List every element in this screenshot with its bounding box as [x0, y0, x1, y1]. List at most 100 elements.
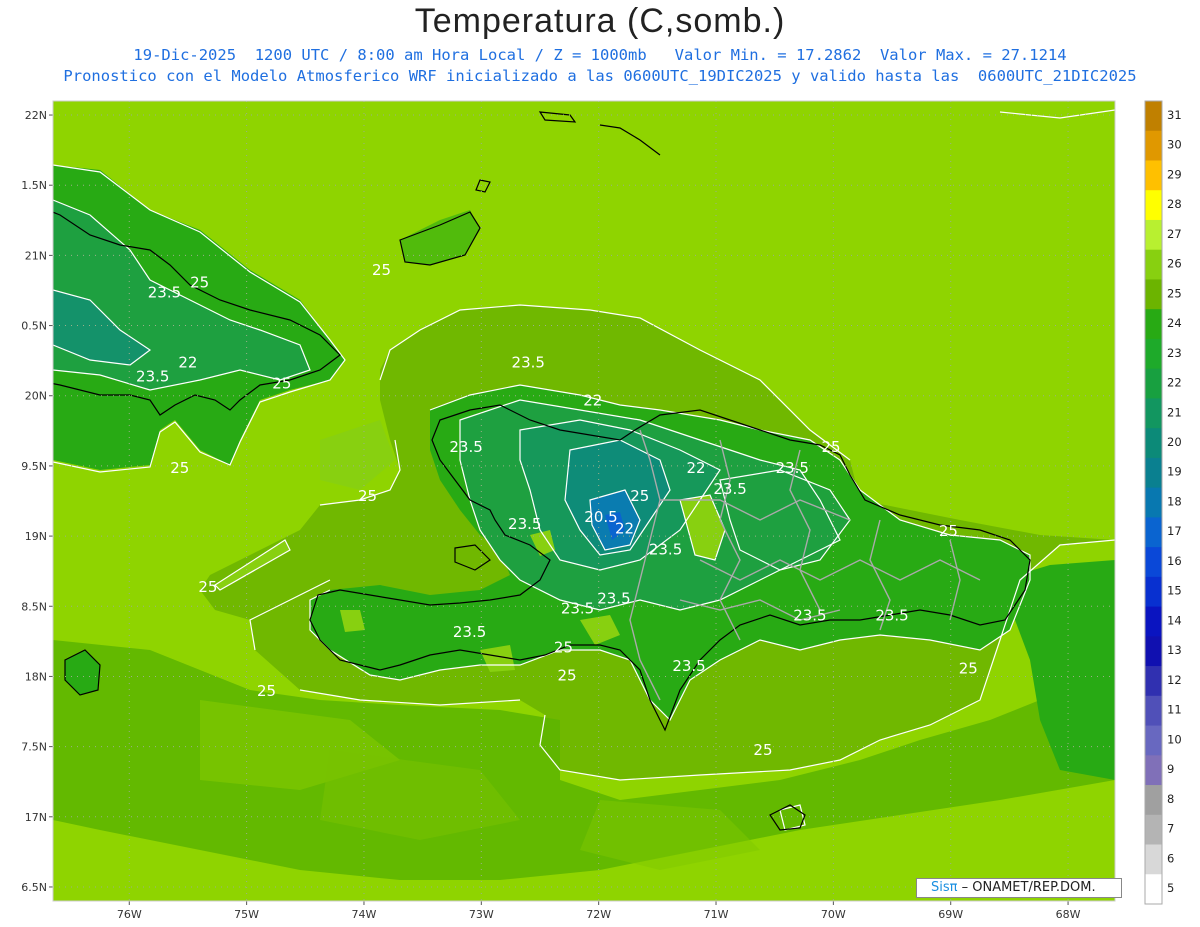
lon-tick-label: 73W — [469, 908, 494, 921]
colorbar-label: 15 — [1167, 584, 1182, 598]
contour-label: 25 — [198, 578, 217, 596]
contour-label: 25 — [753, 741, 772, 759]
colorbar-swatch — [1145, 428, 1162, 459]
lat-tick-label: 6.5N — [21, 881, 47, 894]
lon-tick-label: 74W — [352, 908, 377, 921]
colorbar-label: 29 — [1167, 167, 1182, 181]
colorbar-label: 27 — [1167, 227, 1182, 241]
colorbar-label: 19 — [1167, 465, 1182, 479]
contour-label: 23.5 — [453, 623, 486, 641]
colorbar-label: 10 — [1167, 732, 1182, 746]
colorbar-label: 31 — [1167, 108, 1182, 122]
contour-label: 22 — [615, 519, 634, 537]
colorbar-label: 30 — [1167, 138, 1182, 152]
contour-label: 23.5 — [597, 589, 630, 607]
lon-tick-label: 72W — [586, 908, 611, 921]
colorbar: 31 30 29 28 27 26 25 24 23 22 21 20 19 18 17 16 15 14 13 12… — [1144, 100, 1182, 905]
contour-label: 25 — [190, 274, 209, 292]
contour-label: 23.5 — [649, 540, 682, 558]
contour-label: 22 — [687, 459, 706, 477]
colorbar-swatch — [1145, 576, 1162, 608]
colorbar-swatch — [1145, 695, 1162, 727]
colorbar-swatch — [1145, 814, 1162, 846]
colorbar-swatch — [1145, 755, 1162, 786]
lat-tick-label: 8.5N — [21, 600, 47, 613]
contour-label: 25 — [257, 682, 276, 700]
contour-label: 23.5 — [561, 599, 594, 617]
colorbar-swatch — [1145, 666, 1162, 697]
contour-label: 23.5 — [449, 438, 482, 456]
colorbar-swatch — [1145, 130, 1162, 161]
contour-label: 23.5 — [713, 480, 746, 498]
colorbar-label: 22 — [1167, 376, 1182, 390]
colorbar-label: 25 — [1167, 286, 1182, 300]
contour-label: 22 — [583, 392, 602, 410]
credit-box: Sisπ – ONAMET/REP.DOM. — [916, 878, 1122, 898]
colorbar-swatch — [1145, 517, 1162, 548]
lon-tick-label: 76W — [117, 908, 142, 921]
colorbar-swatch — [1145, 160, 1162, 191]
colorbar-label: 18 — [1167, 494, 1182, 508]
colorbar-label: 5 — [1167, 881, 1174, 895]
contour-label: 25 — [554, 639, 573, 657]
colorbar-swatch — [1145, 606, 1162, 637]
colorbar-label: 21 — [1167, 405, 1182, 419]
credit-text: – ONAMET/REP.DOM. — [961, 880, 1096, 895]
contour-label: 23.5 — [672, 657, 705, 675]
colorbar-label: 6 — [1167, 851, 1174, 865]
contour-label: 25 — [557, 667, 576, 685]
lat-tick-label: 19N — [25, 530, 47, 543]
temperature-map: 76W 75W 74W 73W 72W 71W 70W 69W 68W 22N 1.5N 21N 0.5… — [21, 100, 1182, 921]
colorbar-label: 16 — [1167, 554, 1182, 568]
lon-tick-label: 70W — [821, 908, 846, 921]
lat-tick-label: 18N — [25, 670, 47, 683]
colorbar-label: 12 — [1167, 673, 1182, 687]
lat-tick-label: 9.5N — [21, 460, 47, 473]
lon-tick-label: 68W — [1056, 908, 1081, 921]
temperature-field — [53, 101, 1115, 901]
contour-label: 25 — [170, 459, 189, 477]
colorbar-swatch — [1145, 368, 1162, 399]
colorbar-label: 8 — [1167, 792, 1174, 806]
contour-label: 25 — [939, 522, 958, 540]
colorbar-swatch — [1145, 874, 1162, 905]
colorbar-swatch — [1145, 547, 1162, 578]
colorbar-swatch — [1145, 309, 1162, 340]
lon-tick-label: 69W — [938, 908, 963, 921]
contour-label: 23.5 — [776, 459, 809, 477]
contour-label: 25 — [372, 261, 391, 279]
colorbar-label: 26 — [1167, 257, 1182, 271]
colorbar-swatch — [1145, 219, 1162, 251]
lat-tick-label: 20N — [25, 390, 47, 403]
colorbar-swatch — [1145, 190, 1162, 221]
lon-tick-label: 75W — [234, 908, 259, 921]
credit-brand: Sisπ — [931, 880, 958, 895]
contour-label: 25 — [821, 438, 840, 456]
colorbar-swatch — [1145, 398, 1162, 429]
lat-tick-label: 1.5N — [21, 179, 47, 192]
lat-tick-label: 7.5N — [21, 741, 47, 754]
colorbar-label: 7 — [1167, 822, 1174, 836]
colorbar-label: 28 — [1167, 197, 1182, 211]
lat-tick-label: 22N — [25, 109, 47, 122]
colorbar-label: 24 — [1167, 316, 1182, 330]
colorbar-swatch — [1145, 725, 1162, 756]
colorbar-swatch — [1145, 338, 1162, 370]
lat-tick-label: 17N — [25, 811, 47, 824]
colorbar-label: 20 — [1167, 435, 1182, 449]
contour-label: 23.5 — [148, 283, 181, 301]
colorbar-label: 13 — [1167, 643, 1182, 657]
colorbar-label: 17 — [1167, 524, 1182, 538]
colorbar-swatch — [1145, 279, 1162, 310]
contour-label: 23.5 — [793, 606, 826, 624]
colorbar-label: 23 — [1167, 346, 1182, 360]
lat-tick-label: 0.5N — [21, 320, 47, 333]
colorbar-swatch — [1145, 249, 1162, 280]
colorbar-swatch — [1145, 457, 1162, 489]
contour-label: 25 — [630, 487, 649, 505]
contour-label: 23.5 — [508, 515, 541, 533]
contour-label: 23.5 — [512, 354, 545, 372]
contour-label: 25 — [358, 487, 377, 505]
contour-label: 20.5 — [584, 508, 617, 526]
colorbar-label: 9 — [1167, 762, 1174, 776]
